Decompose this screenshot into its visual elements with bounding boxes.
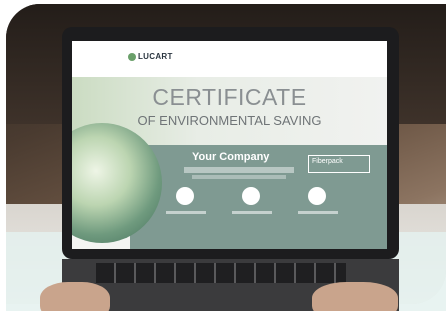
saving-label — [232, 211, 272, 214]
brand-logo-icon — [128, 53, 136, 61]
left-hand — [40, 282, 110, 311]
right-hand — [312, 282, 398, 311]
cloud-icon — [308, 187, 326, 205]
keyboard-keys — [96, 263, 346, 283]
company-text-line — [192, 175, 286, 179]
photo-frame: LUCART CERTIFICATE OF ENVIRONMENTAL SAVI… — [0, 0, 446, 311]
company-name: Your Company — [192, 151, 270, 163]
screen-topbar — [72, 41, 387, 77]
saving-label — [298, 211, 338, 214]
brand-logo: LUCART — [138, 52, 173, 61]
saving-icon — [176, 187, 194, 205]
partner-badge-label: Fiberpack — [312, 158, 343, 165]
saving-icon — [242, 187, 260, 205]
saving-label — [166, 211, 206, 214]
certificate-title: CERTIFICATE — [152, 84, 307, 110]
laptop-screen: LUCART CERTIFICATE OF ENVIRONMENTAL SAVI… — [72, 41, 387, 249]
company-text-line — [184, 167, 294, 173]
